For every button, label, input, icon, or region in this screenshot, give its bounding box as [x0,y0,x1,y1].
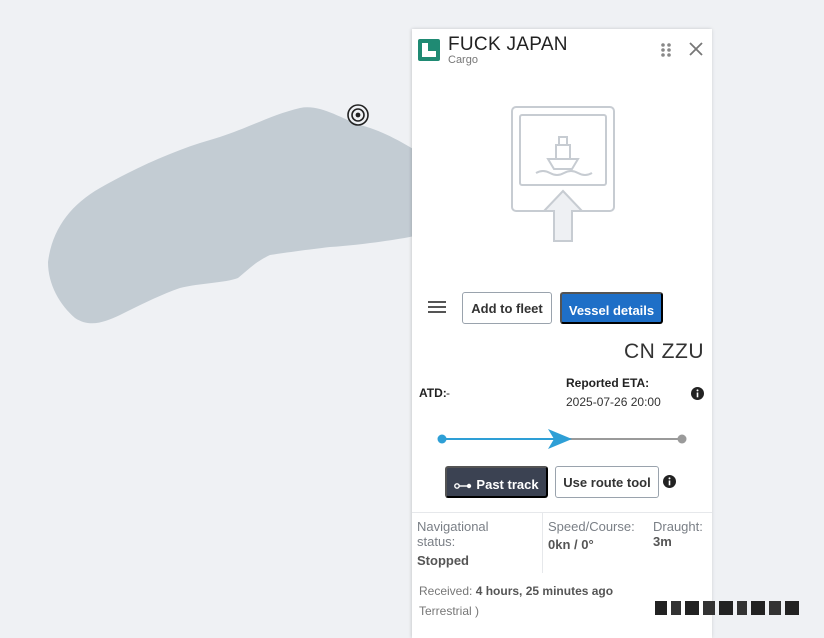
island-landmass [48,107,415,324]
close-icon[interactable] [688,41,704,57]
destination-callsign: CN ZZU [624,340,704,363]
vessel-type: Cargo [448,54,478,66]
draught-label: Draught: [653,519,703,534]
column-divider [542,513,543,573]
origin-dot [437,434,447,444]
past-track-button[interactable]: Past track [445,466,548,498]
vessel-info-panel: FUCK JAPAN Cargo Add to fleet Vessel det… [412,29,799,638]
watermark-logo-icon [655,601,799,615]
atd-value: - [446,386,450,400]
vessel-name: FUCK JAPAN [448,34,568,55]
menu-icon[interactable] [427,299,447,315]
ship-photo-upload-icon[interactable] [508,105,618,247]
navigational-status-value: Stopped [417,553,469,568]
destination-dot [677,434,687,444]
eta-value: 2025-07-26 20:00 [566,395,661,409]
vessel-details-button[interactable]: Vessel details [560,292,663,324]
eta-label: Reported ETA: [566,376,650,390]
add-to-fleet-button[interactable]: Add to fleet [462,292,552,324]
section-divider [412,512,712,513]
flag-icon [418,39,440,61]
received-label: Received: [419,584,473,598]
use-route-tool-button[interactable]: Use route tool [555,466,659,498]
eta-info-icon[interactable] [691,387,704,400]
draught-value: 3m [653,534,672,549]
drag-icon[interactable] [659,41,673,59]
received-source: Terrestrial ) [419,604,480,618]
received-info: Received: 4 hours, 25 minutes ago [419,584,613,598]
past-track-icon [454,482,472,489]
atd-label: ATD: [419,386,447,400]
past-track-label: Past track [476,477,539,492]
speed-course-label: Speed/Course: [548,519,635,534]
navigational-status-label: Navigational status: [417,519,489,549]
target-icon[interactable] [347,104,369,126]
received-value: 4 hours, 25 minutes ago [475,584,614,598]
speed-course-value: 0kn / 0° [548,537,594,552]
voyage-progress-bar [437,429,687,449]
route-info-icon[interactable] [663,475,676,488]
